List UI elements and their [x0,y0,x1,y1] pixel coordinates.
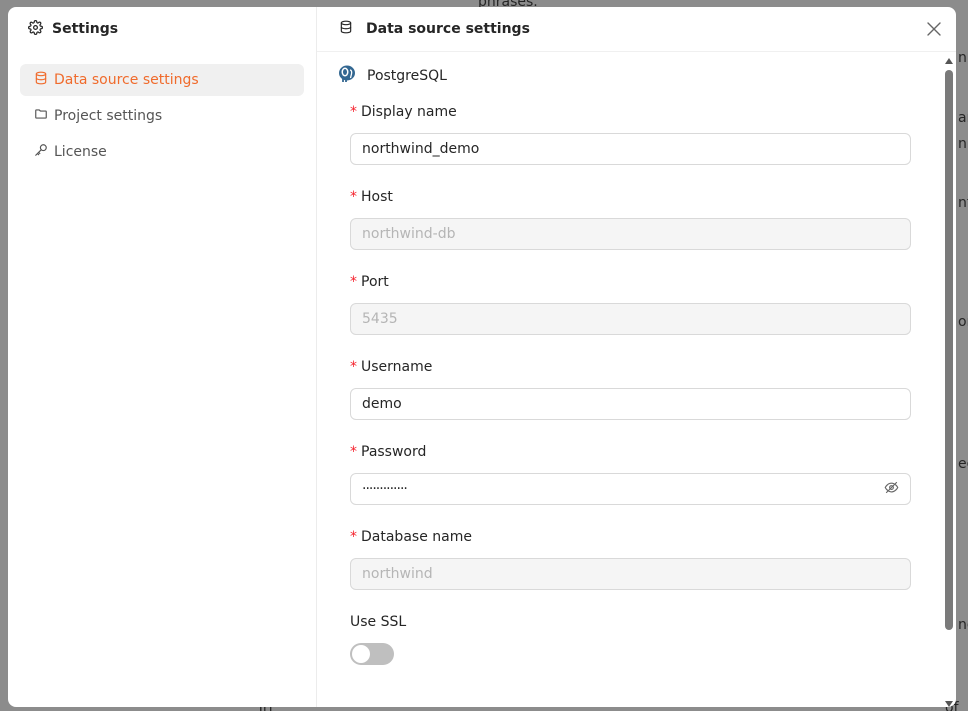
sidebar-header: Settings [20,7,304,51]
username-input[interactable]: demo [350,388,911,420]
input-value: ············· [362,481,408,497]
database-name-field: * Database name northwind [350,527,911,590]
sidebar-item-label: Data source settings [54,72,199,88]
port-input[interactable]: 5435 [350,303,911,335]
close-icon [926,22,942,41]
settings-nav: Data source settings Project settings Li… [20,64,304,168]
datasource-type-label: PostgreSQL [367,68,447,84]
input-placeholder: 5435 [362,311,398,327]
ssl-toggle[interactable] [350,643,394,665]
postgresql-logo-icon [337,64,357,88]
folder-icon [34,107,48,125]
field-label-text: Password [361,444,427,460]
input-placeholder: northwind [362,566,433,582]
required-asterisk: * [350,274,357,290]
required-asterisk: * [350,104,357,120]
field-label: * Display name [350,102,911,122]
required-asterisk: * [350,529,357,545]
eye-invisible-icon[interactable] [884,480,899,499]
scroll-down-arrow-icon[interactable] [945,701,953,707]
sidebar-item-project-settings[interactable]: Project settings [20,100,304,132]
field-label: * Database name [350,527,911,547]
scroll-thumb[interactable] [945,70,953,630]
field-label-text: Username [361,359,433,375]
settings-sidebar: Settings Data source settings Project se… [8,7,317,707]
host-input[interactable]: northwind-db [350,218,911,250]
sidebar-item-label: Project settings [54,108,163,124]
scrollbar[interactable] [944,58,954,707]
ssl-label: Use SSL [350,614,407,630]
input-placeholder: northwind-db [362,226,456,242]
settings-main: Data source settings PostgreSQL * Displa… [317,7,956,707]
settings-modal: Settings Data source settings Project se… [8,7,956,707]
required-asterisk: * [350,359,357,375]
field-label-text: Display name [361,104,457,120]
settings-form: PostgreSQL * Display name northwind_demo … [317,52,956,665]
required-asterisk: * [350,444,357,460]
scroll-up-arrow-icon[interactable] [945,58,953,64]
input-value: demo [362,396,402,412]
sidebar-title: Settings [52,21,119,37]
database-icon [339,20,353,38]
datasource-type: PostgreSQL [337,64,956,88]
field-label: * Port [350,272,911,292]
sidebar-item-license[interactable]: License [20,136,304,168]
field-label: * Username [350,357,911,377]
database-name-input[interactable]: northwind [350,558,911,590]
toggle-knob [352,645,370,663]
display-name-field: * Display name northwind_demo [350,102,911,165]
password-input[interactable]: ············· [350,473,911,505]
field-label: * Password [350,442,911,462]
field-label-text: Database name [361,529,472,545]
page-title: Data source settings [366,21,530,37]
sidebar-item-label: License [54,144,107,160]
password-field: * Password ············· [350,442,911,505]
display-name-input[interactable]: northwind_demo [350,133,911,165]
input-value: northwind_demo [362,141,480,157]
database-icon [34,71,48,89]
key-icon [34,143,48,161]
ssl-field: Use SSL [350,612,911,665]
required-asterisk: * [350,189,357,205]
field-label: * Host [350,187,911,207]
field-label-text: Host [361,189,393,205]
field-label-text: Port [361,274,389,290]
username-field: * Username demo [350,357,911,420]
main-header: Data source settings [317,7,956,52]
port-field: * Port 5435 [350,272,911,335]
close-button[interactable] [926,21,942,37]
sidebar-item-data-source-settings[interactable]: Data source settings [20,64,304,96]
gear-icon [28,19,43,39]
host-field: * Host northwind-db [350,187,911,250]
